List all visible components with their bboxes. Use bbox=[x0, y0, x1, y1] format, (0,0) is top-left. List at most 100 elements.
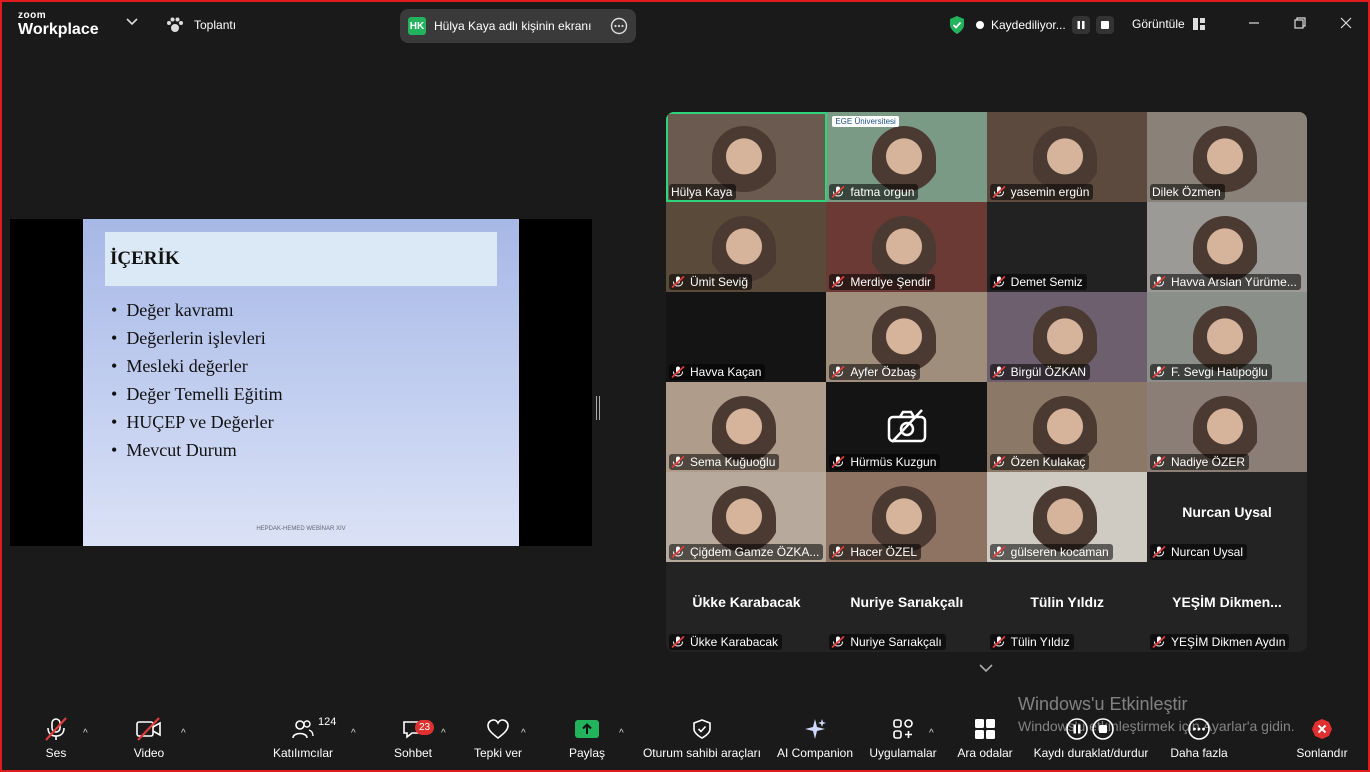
participant-name: Nuriye Sarıakçalı bbox=[850, 635, 942, 649]
participant-tile[interactable]: Ümit Seviğ bbox=[666, 202, 827, 292]
participant-name-label: Ümit Seviğ bbox=[669, 274, 753, 290]
record-dot-icon bbox=[976, 21, 984, 29]
restore-button[interactable] bbox=[1294, 16, 1306, 32]
participant-name: Özen Kulakaç bbox=[1010, 455, 1086, 469]
audio-options-caret-icon[interactable]: ^ bbox=[83, 728, 88, 739]
participant-tile[interactable]: Ayfer Özbaş bbox=[826, 292, 988, 382]
participant-name-label: gülseren kocaman bbox=[989, 544, 1113, 560]
participants-button[interactable]: 124 Katılımcılar bbox=[272, 712, 337, 770]
shield-check-icon bbox=[950, 16, 964, 34]
participant-name: yasemin ergün bbox=[1010, 185, 1090, 199]
minimize-button[interactable] bbox=[1248, 16, 1260, 32]
chevron-down-icon[interactable] bbox=[126, 18, 138, 26]
view-button[interactable]: Görüntüle bbox=[1132, 17, 1205, 31]
meeting-label: Toplantı bbox=[194, 18, 237, 32]
participants-icon bbox=[292, 720, 314, 739]
breakout-rooms-button[interactable]: Ara odalar bbox=[956, 712, 1014, 770]
participant-tile[interactable]: yasemin ergün bbox=[986, 112, 1148, 202]
participant-tile[interactable]: Merdiye Şendir bbox=[826, 202, 988, 292]
participant-tile[interactable]: Havva Arslan Yürüme... bbox=[1146, 202, 1307, 292]
video-options-caret-icon[interactable]: ^ bbox=[181, 728, 186, 739]
participant-name: fatma orgun bbox=[850, 185, 915, 199]
slide-bullet: Değerlerin işlevleri bbox=[111, 327, 283, 355]
ai-companion-label: AI Companion bbox=[776, 746, 854, 760]
slide-bullet: Değer Temelli Eğitim bbox=[111, 383, 282, 411]
microphone-muted-icon bbox=[45, 717, 67, 741]
participant-name: Ayfer Özbaş bbox=[850, 365, 917, 379]
microphone-muted-icon bbox=[671, 366, 685, 378]
end-meeting-button[interactable]: Sonlandır bbox=[1294, 712, 1350, 770]
meeting-area: İÇERİK Değer kavramı Değerlerin işlevler… bbox=[2, 48, 1368, 712]
share-options-caret-icon[interactable]: ^ bbox=[619, 728, 624, 739]
microphone-muted-icon bbox=[992, 546, 1006, 558]
participant-tile[interactable]: Tülin Yıldız Tülin Yıldız bbox=[986, 562, 1148, 652]
video-button[interactable]: Video bbox=[130, 712, 168, 770]
gallery-scroll-down-button[interactable] bbox=[978, 660, 994, 678]
breakout-rooms-icon bbox=[975, 719, 995, 739]
participant-tile[interactable]: Havva Kaçan bbox=[666, 292, 827, 382]
participant-tile[interactable]: Sema Kuğuoğlu bbox=[666, 382, 827, 472]
microphone-muted-icon bbox=[1152, 546, 1166, 558]
apps-options-caret-icon[interactable]: ^ bbox=[929, 728, 934, 739]
chat-options-caret-icon[interactable]: ^ bbox=[441, 728, 446, 739]
participant-tile[interactable]: Nadiye ÖZER bbox=[1146, 382, 1307, 472]
recording-label: Kaydediliyor... bbox=[991, 18, 1066, 32]
participant-tile[interactable]: Hacer ÖZEL bbox=[826, 472, 988, 562]
apps-button[interactable]: Uygulamalar bbox=[868, 712, 938, 770]
participant-name-label: Birgül ÖZKAN bbox=[989, 364, 1091, 380]
close-window-button[interactable] bbox=[1340, 16, 1352, 32]
participants-label: Katılımcılar bbox=[272, 746, 333, 760]
pause-recording-button[interactable] bbox=[1071, 16, 1090, 34]
microphone-muted-icon bbox=[1152, 276, 1166, 288]
meeting-info-button[interactable]: Toplantı bbox=[166, 17, 236, 33]
chat-button[interactable]: 23 Sohbet bbox=[392, 712, 435, 770]
participant-display-name: Tülin Yıldız bbox=[1030, 594, 1104, 610]
video-label: Video bbox=[133, 746, 165, 760]
participants-count: 124 bbox=[318, 716, 337, 728]
participant-name-label: Çiğdem Gamze ÖZKA... bbox=[669, 544, 823, 560]
participant-tile[interactable]: gülseren kocaman bbox=[986, 472, 1148, 562]
participant-display-name: YEŞİM Dikmen... bbox=[1172, 594, 1282, 610]
participant-tile[interactable]: EGE Üniversitesi fatma orgun bbox=[826, 112, 988, 202]
end-meeting-label: Sonlandır bbox=[1296, 746, 1348, 760]
ai-companion-button[interactable]: AI Companion bbox=[774, 712, 856, 770]
chat-unread-badge: 23 bbox=[415, 720, 435, 735]
participant-tile[interactable]: Ükke Karabacak Ükke Karabacak bbox=[666, 562, 827, 652]
slide-bullet-list: Değer kavramı Değerlerin işlevleri Mesle… bbox=[111, 299, 283, 467]
participant-tile[interactable]: Dilek Özmen bbox=[1146, 112, 1307, 202]
panel-splitter-handle[interactable] bbox=[596, 396, 600, 420]
slide-title-box: İÇERİK bbox=[105, 232, 497, 286]
participant-tile[interactable]: Demet Semiz bbox=[986, 202, 1148, 292]
reactions-options-caret-icon[interactable]: ^ bbox=[521, 728, 526, 739]
layout-grid-icon bbox=[1192, 18, 1205, 30]
logo-top: zoom bbox=[18, 10, 47, 21]
microphone-muted-icon bbox=[992, 636, 1006, 648]
stop-recording-button[interactable] bbox=[1095, 16, 1114, 34]
microphone-muted-icon bbox=[671, 636, 685, 648]
host-tools-button[interactable]: Oturum sahibi araçları bbox=[642, 712, 762, 770]
participant-tile[interactable]: Özen Kulakaç bbox=[986, 382, 1148, 472]
audio-button[interactable]: Ses bbox=[40, 712, 72, 770]
slide-title: İÇERİK bbox=[110, 248, 180, 269]
participant-name: Hülya Kaya bbox=[671, 185, 733, 199]
participant-tile[interactable]: Hülya Kaya bbox=[666, 112, 827, 202]
participant-tile[interactable]: Nuriye Sarıakçalı Nuriye Sarıakçalı bbox=[826, 562, 988, 652]
shield-icon bbox=[693, 719, 711, 739]
participant-tile[interactable]: Çiğdem Gamze ÖZKA... bbox=[666, 472, 827, 562]
participant-tile[interactable]: Hürmüs Kuzgun bbox=[826, 382, 988, 472]
share-screen-button[interactable]: Paylaş bbox=[568, 712, 606, 770]
participant-name-label: Özen Kulakaç bbox=[989, 454, 1090, 470]
more-options-icon[interactable] bbox=[610, 17, 628, 35]
zoom-window: zoom Workplace Toplantı HK Hülya Kaya ad… bbox=[0, 0, 1370, 772]
recording-controls-label: Kaydı duraklat/durdur bbox=[1033, 746, 1149, 760]
pause-icon bbox=[1077, 21, 1085, 29]
participant-tile[interactable]: Birgül ÖZKAN bbox=[986, 292, 1148, 382]
participant-tile[interactable]: YEŞİM Dikmen... YEŞİM Dikmen Aydın bbox=[1146, 562, 1307, 652]
participant-name: Havva Kaçan bbox=[690, 365, 762, 379]
screen-share-indicator[interactable]: HK Hülya Kaya adlı kişinin ekranı bbox=[400, 9, 636, 43]
participant-tile[interactable]: F. Sevgi Hatipoğlu bbox=[1146, 292, 1307, 382]
participants-options-caret-icon[interactable]: ^ bbox=[351, 728, 356, 739]
participant-tile[interactable]: Nurcan Uysal Nurcan Uysal bbox=[1146, 472, 1307, 562]
reactions-button[interactable]: Tepki ver bbox=[473, 712, 523, 770]
participant-name-label: Tülin Yıldız bbox=[989, 634, 1074, 650]
